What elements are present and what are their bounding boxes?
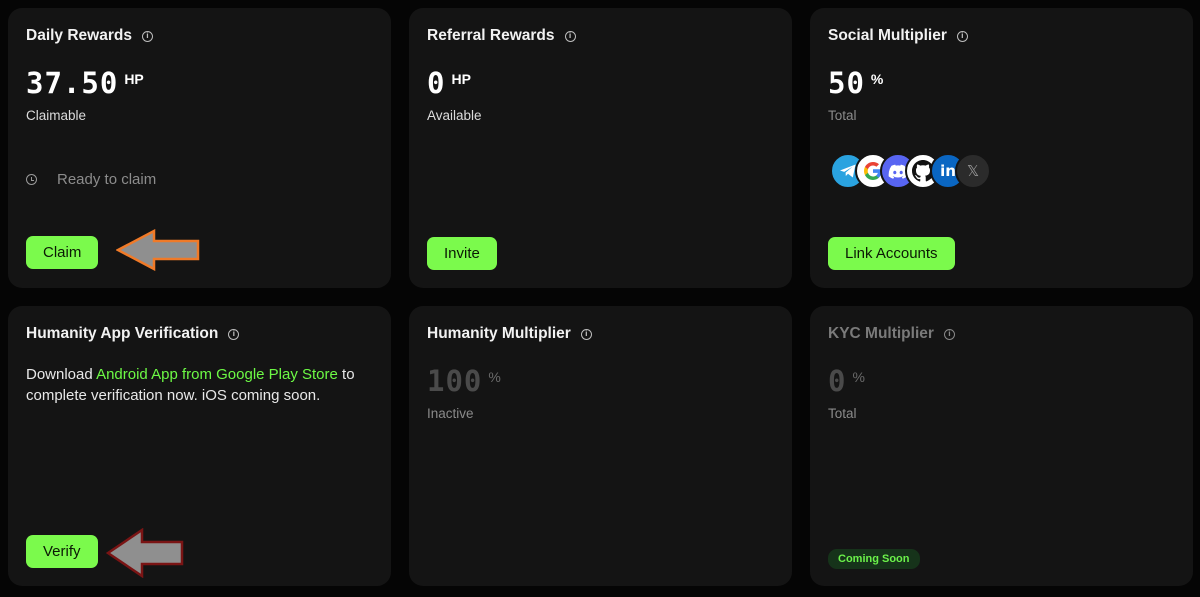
humanity-app-description: Download Android App from Google Play St… bbox=[26, 366, 355, 404]
link-accounts-button[interactable]: Link Accounts bbox=[828, 237, 955, 270]
referral-rewards-value: 0 bbox=[427, 66, 446, 100]
daily-rewards-value: 37.50 bbox=[26, 66, 119, 100]
info-icon[interactable]: i bbox=[564, 30, 576, 42]
info-icon[interactable]: i bbox=[228, 328, 240, 340]
x-icon[interactable]: 𝕏 bbox=[955, 153, 991, 189]
social-multiplier-value: 50 bbox=[828, 66, 865, 100]
info-icon[interactable]: i bbox=[141, 30, 153, 42]
info-icon[interactable]: i bbox=[580, 328, 592, 340]
info-icon[interactable]: i bbox=[943, 328, 955, 340]
humanity-multiplier-unit: % bbox=[488, 369, 501, 385]
annotation-arrow-left-icon bbox=[106, 528, 184, 578]
kyc-multiplier-card: KYC Multiplier i 0 % Total Coming Soon bbox=[810, 306, 1193, 586]
clock-icon bbox=[26, 174, 37, 185]
humanity-app-card: Humanity App Verification i Download And… bbox=[8, 306, 391, 586]
humanity-multiplier-sub: Inactive bbox=[427, 406, 474, 421]
claim-status: Ready to claim bbox=[26, 171, 156, 188]
social-multiplier-card: Social Multiplier i 50 % Total in 𝕏 Link… bbox=[810, 8, 1193, 288]
kyc-multiplier-value: 0 bbox=[828, 364, 847, 398]
humanity-app-title: Humanity App Verification i bbox=[26, 325, 240, 343]
info-icon[interactable]: i bbox=[956, 30, 968, 42]
kyc-multiplier-amount: 0 % bbox=[828, 364, 865, 398]
invite-button[interactable]: Invite bbox=[427, 237, 497, 270]
referral-rewards-sub: Available bbox=[427, 108, 482, 123]
social-multiplier-sub: Total bbox=[828, 108, 857, 123]
verify-button[interactable]: Verify bbox=[26, 535, 98, 568]
daily-rewards-sub: Claimable bbox=[26, 108, 87, 123]
referral-rewards-amount: 0 HP bbox=[427, 66, 471, 100]
referral-rewards-unit: HP bbox=[451, 71, 471, 87]
kyc-multiplier-title: KYC Multiplier i bbox=[828, 325, 955, 343]
social-multiplier-unit: % bbox=[870, 71, 884, 87]
social-multiplier-title: Social Multiplier i bbox=[828, 27, 968, 45]
humanity-multiplier-card: Humanity Multiplier i 100 % Inactive bbox=[409, 306, 792, 586]
daily-rewards-title: Daily Rewards i bbox=[26, 27, 153, 45]
claim-status-text: Ready to claim bbox=[57, 171, 157, 188]
humanity-multiplier-title: Humanity Multiplier i bbox=[427, 325, 592, 343]
kyc-multiplier-sub: Total bbox=[828, 406, 857, 421]
google-play-link[interactable]: Android App from Google Play Store bbox=[96, 366, 338, 383]
daily-rewards-unit: HP bbox=[124, 71, 144, 87]
referral-rewards-title: Referral Rewards i bbox=[427, 27, 576, 45]
kyc-multiplier-unit: % bbox=[852, 369, 865, 385]
social-multiplier-amount: 50 % bbox=[828, 66, 883, 100]
coming-soon-badge: Coming Soon bbox=[828, 549, 920, 569]
annotation-arrow-left-icon bbox=[116, 229, 200, 271]
humanity-multiplier-amount: 100 % bbox=[427, 364, 501, 398]
humanity-multiplier-value: 100 bbox=[427, 364, 483, 398]
claim-button[interactable]: Claim bbox=[26, 236, 99, 269]
daily-rewards-amount: 37.50 HP bbox=[26, 66, 144, 100]
referral-rewards-card: Referral Rewards i 0 HP Available Invite bbox=[409, 8, 792, 288]
